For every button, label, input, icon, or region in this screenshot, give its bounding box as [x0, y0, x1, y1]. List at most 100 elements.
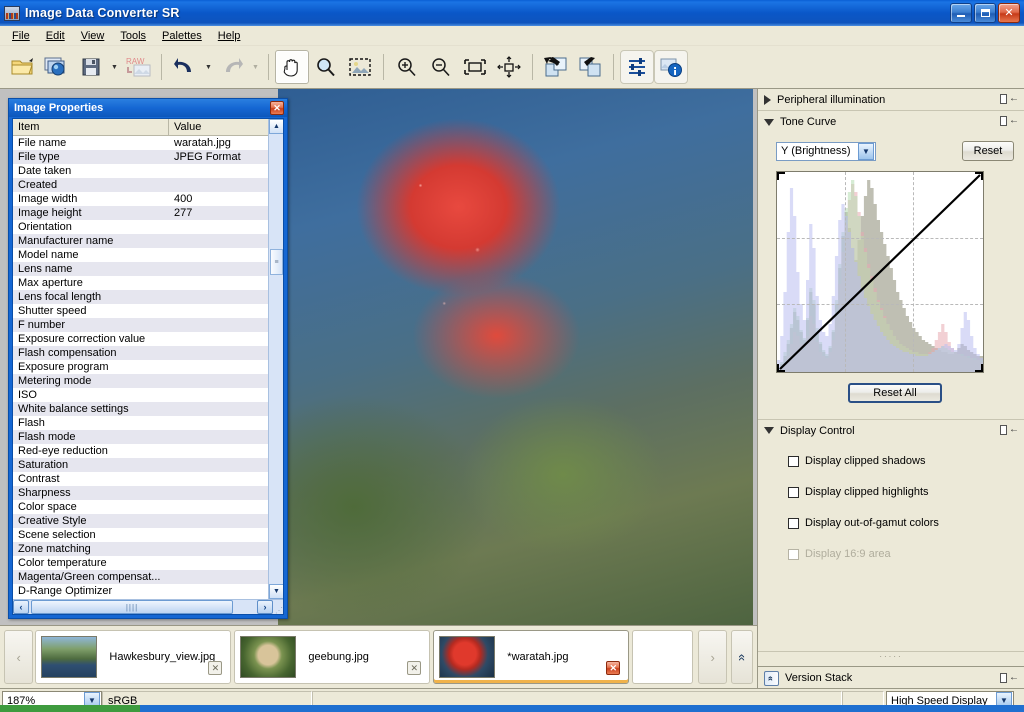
adjustment-panel-button[interactable]: [620, 50, 654, 84]
table-row[interactable]: Sharpness: [13, 486, 268, 500]
list-item[interactable]: Hawkesbury_view.jpg ✕: [35, 630, 232, 684]
thumbnail-close-button[interactable]: ✕: [407, 661, 422, 675]
undo-dropdown-caret[interactable]: ▼: [202, 50, 215, 84]
table-row[interactable]: Orientation: [13, 220, 268, 234]
table-row[interactable]: Flash compensation: [13, 346, 268, 360]
section-tone-curve[interactable]: Tone Curve ←: [758, 111, 1024, 133]
checkbox-out-of-gamut[interactable]: [788, 517, 799, 529]
table-row[interactable]: Flash mode: [13, 430, 268, 444]
save-button[interactable]: [74, 50, 108, 84]
filmstrip-next-button[interactable]: ›: [698, 630, 728, 684]
list-item[interactable]: *waratah.jpg ✕: [433, 630, 630, 684]
table-row[interactable]: Saturation: [13, 458, 268, 472]
tone-curve-histogram[interactable]: [776, 171, 984, 373]
checkbox-row-clipped-shadows[interactable]: Display clipped shadows: [788, 453, 1024, 469]
save-dropdown-caret[interactable]: ▼: [108, 50, 121, 84]
reset-button[interactable]: Reset: [962, 141, 1014, 161]
table-row[interactable]: F number: [13, 318, 268, 332]
thumbnail-close-button[interactable]: ✕: [606, 661, 621, 675]
menu-file[interactable]: File: [4, 28, 38, 44]
table-row[interactable]: Max aperture: [13, 276, 268, 290]
maximize-button[interactable]: [974, 3, 996, 23]
table-row[interactable]: Exposure program: [13, 360, 268, 374]
thumbnail-image[interactable]: [41, 636, 98, 678]
table-row[interactable]: D-Range Optimizer: [13, 584, 268, 598]
thumbnail-image[interactable]: [240, 636, 297, 678]
dock-control-version-stack[interactable]: ←: [1000, 673, 1019, 683]
horizontal-scroll-thumb[interactable]: ||||: [31, 600, 233, 614]
panel-resize-handle[interactable]: ·····: [758, 651, 1024, 661]
rotate-right-button[interactable]: [573, 50, 607, 84]
rotate-left-button[interactable]: [539, 50, 573, 84]
open-folder-button[interactable]: [6, 50, 40, 84]
table-row[interactable]: Contrast: [13, 472, 268, 486]
column-header-item[interactable]: Item: [13, 119, 169, 135]
table-row[interactable]: Image width 400: [13, 192, 268, 206]
palette-close-button[interactable]: ✕: [270, 101, 284, 115]
thumbnail-close-button[interactable]: ✕: [208, 661, 223, 675]
checkbox-clipped-highlights[interactable]: [788, 486, 799, 498]
table-row[interactable]: Red-eye reduction: [13, 444, 268, 458]
checkbox-clipped-shadows[interactable]: [788, 455, 799, 467]
tone-curve-line[interactable]: [777, 172, 983, 372]
raw-develop-button[interactable]: RAW: [121, 50, 155, 84]
zoom-in-button[interactable]: [390, 50, 424, 84]
table-row[interactable]: File type JPEG Format: [13, 150, 268, 164]
reset-all-button[interactable]: Reset All: [848, 383, 942, 403]
browser-button[interactable]: [40, 50, 74, 84]
filmstrip-collapse-button[interactable]: «: [731, 630, 754, 684]
fit-to-window-button[interactable]: [458, 50, 492, 84]
table-row[interactable]: Color space: [13, 500, 268, 514]
undo-button[interactable]: [168, 50, 202, 84]
table-row[interactable]: Flash: [13, 416, 268, 430]
properties-horizontal-scrollbar[interactable]: ‹ |||| › ⋰: [13, 599, 283, 614]
image-preview[interactable]: [278, 89, 753, 625]
checkbox-row-clipped-highlights[interactable]: Display clipped highlights: [788, 484, 1024, 500]
filmstrip-prev-button[interactable]: ‹: [4, 630, 34, 684]
vertical-scroll-thumb[interactable]: ≡: [270, 249, 283, 275]
scroll-up-button[interactable]: ▲: [269, 119, 283, 134]
table-row[interactable]: Exposure correction value: [13, 332, 268, 346]
list-item[interactable]: geebung.jpg ✕: [234, 630, 431, 684]
version-stack-bar[interactable]: « Version Stack ←: [758, 666, 1024, 689]
redo-button[interactable]: [215, 50, 249, 84]
column-header-value[interactable]: Value: [169, 119, 283, 135]
menu-palettes[interactable]: Palettes: [154, 28, 210, 44]
dock-control-tone-curve[interactable]: ←: [1000, 116, 1019, 126]
section-display-control[interactable]: Display Control ←: [758, 419, 1024, 441]
palette-title-bar[interactable]: Image Properties: [9, 99, 287, 117]
chevron-down-icon[interactable]: ▼: [858, 142, 874, 160]
table-row[interactable]: Date taken: [13, 164, 268, 178]
table-row[interactable]: Shutter speed: [13, 304, 268, 318]
table-row[interactable]: File name waratah.jpg: [13, 136, 268, 150]
menu-view[interactable]: View: [73, 28, 113, 44]
section-peripheral-illumination[interactable]: Peripheral illumination ←: [758, 89, 1024, 111]
table-row[interactable]: Model name: [13, 248, 268, 262]
hand-tool-button[interactable]: [275, 50, 309, 84]
close-button[interactable]: ✕: [998, 3, 1020, 23]
resize-grip[interactable]: ⋰: [273, 600, 283, 615]
minimize-button[interactable]: [950, 3, 972, 23]
menu-tools[interactable]: Tools: [112, 28, 154, 44]
table-row[interactable]: Magenta/Green compensat...: [13, 570, 268, 584]
zoom-out-button[interactable]: [424, 50, 458, 84]
table-row[interactable]: Image height 277: [13, 206, 268, 220]
table-row[interactable]: Color temperature: [13, 556, 268, 570]
scroll-left-button[interactable]: ‹: [13, 600, 29, 614]
table-row[interactable]: White balance settings: [13, 402, 268, 416]
table-row[interactable]: ISO: [13, 388, 268, 402]
actual-pixels-button[interactable]: [492, 50, 526, 84]
table-row[interactable]: Scene selection: [13, 528, 268, 542]
zoom-tool-button[interactable]: [309, 50, 343, 84]
table-row[interactable]: Zone matching: [13, 542, 268, 556]
chevron-up-icon[interactable]: «: [764, 670, 779, 686]
table-row[interactable]: Creative Style: [13, 514, 268, 528]
dock-control-display[interactable]: ←: [1000, 425, 1019, 435]
menu-help[interactable]: Help: [210, 28, 249, 44]
menu-edit[interactable]: Edit: [38, 28, 73, 44]
properties-vertical-scrollbar[interactable]: ▲ ≡ ▼: [268, 119, 283, 599]
table-row[interactable]: Lens focal length: [13, 290, 268, 304]
scroll-right-button[interactable]: ›: [257, 600, 273, 614]
scroll-down-button[interactable]: ▼: [269, 584, 283, 599]
info-panel-button[interactable]: [654, 50, 688, 84]
